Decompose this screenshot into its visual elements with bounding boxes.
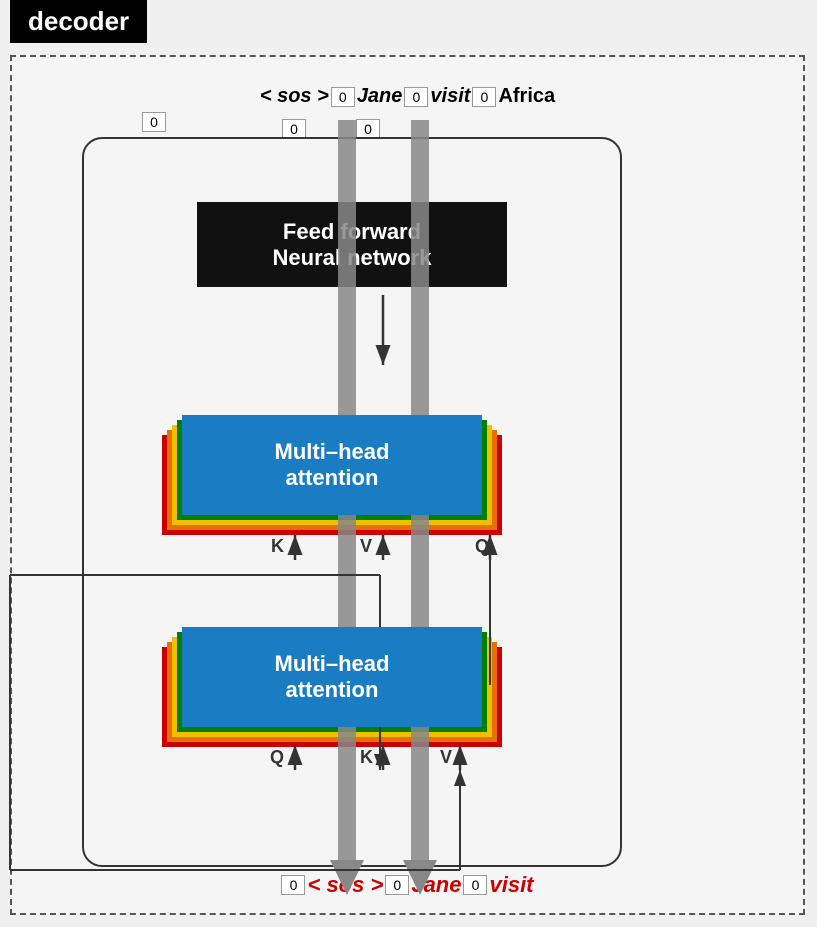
ffn-line1: Feed forward xyxy=(283,219,421,245)
left-zero-box: 0 xyxy=(142,112,166,132)
lower-mha-line2: attention xyxy=(286,677,379,703)
sub-box-0-1: 0 xyxy=(282,119,306,139)
token-box-0-1: 0 xyxy=(331,87,355,107)
ffn-block: Feed forward Neural network xyxy=(197,202,507,287)
upper-mha-line1: Multi–head xyxy=(275,439,390,465)
lower-mha-main: Multi–head attention xyxy=(182,627,482,727)
sub-box-0-2: 0 xyxy=(356,119,380,139)
bottom-sos: < sos > xyxy=(307,872,383,898)
token-box-0-2: 0 xyxy=(404,87,428,107)
ffn-line2: Neural network xyxy=(273,245,432,271)
token-africa-top: Africa xyxy=(498,85,555,108)
upper-mha-line2: attention xyxy=(286,465,379,491)
outer-container: < sos > 0 Jane 0 visit 0 Africa 0 0 0 Fe… xyxy=(10,55,805,915)
bottom-box-0-2: 0 xyxy=(385,875,409,895)
lower-mha-container: Multi–head attention xyxy=(182,627,482,747)
left-box-0: 0 xyxy=(142,112,166,132)
bottom-box-0-1: 0 xyxy=(281,875,305,895)
decoder-label: decoder xyxy=(10,0,147,43)
token-visit-top: visit xyxy=(430,85,470,108)
bottom-visit: visit xyxy=(489,872,533,898)
lower-mha-line1: Multi–head xyxy=(275,651,390,677)
bottom-box-0-3: 0 xyxy=(463,875,487,895)
bottom-jane: Jane xyxy=(411,872,461,898)
upper-mha-main: Multi–head attention xyxy=(182,415,482,515)
upper-mha-container: Multi–head attention xyxy=(182,415,482,535)
sub-zero-boxes: 0 0 xyxy=(282,119,380,139)
token-box-0-3: 0 xyxy=(472,87,496,107)
top-tokens-row: < sos > 0 Jane 0 visit 0 Africa xyxy=(12,85,803,108)
token-jane-top: Jane xyxy=(357,85,403,108)
bottom-tokens-row: 0 < sos > 0 Jane 0 visit xyxy=(12,872,803,898)
token-sos-top: < sos > xyxy=(260,85,329,108)
